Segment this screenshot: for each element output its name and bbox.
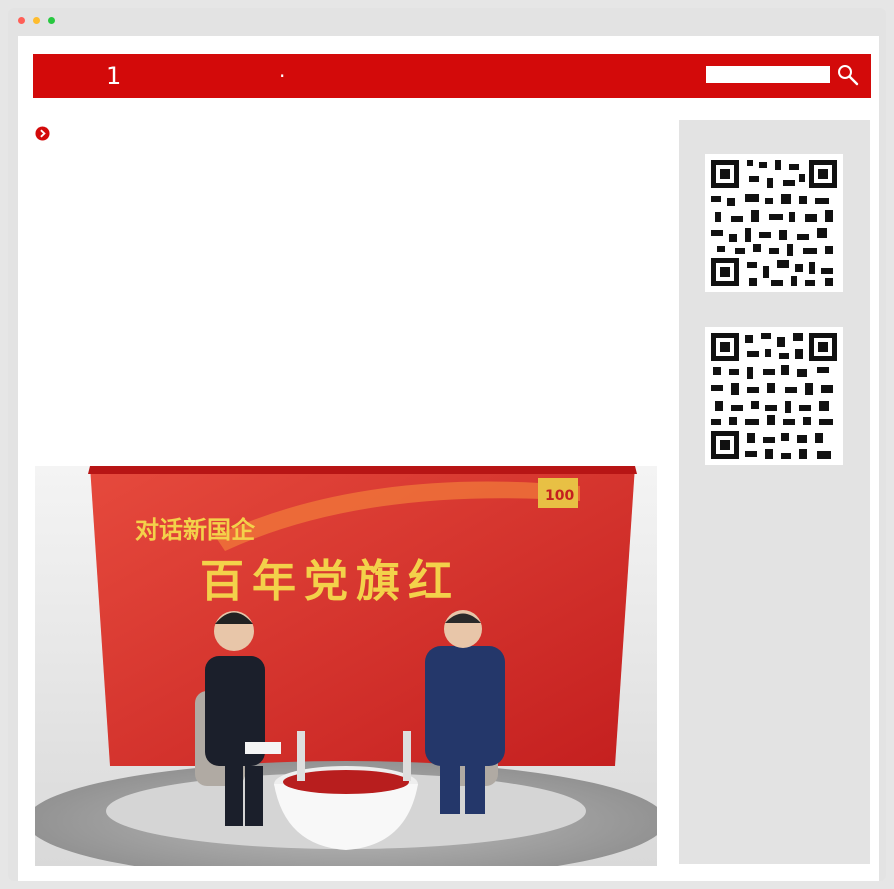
page: 1 · 对话新国企 百年党旗红 100: [18, 36, 879, 881]
anniversary-badge: 100: [545, 488, 574, 504]
banner-title-small: 对话新国企: [135, 516, 256, 544]
banner-text-large: 百年党旗红: [200, 556, 460, 607]
search-input[interactable]: [706, 66, 830, 83]
sidebar: [679, 120, 870, 864]
window-controls: [18, 17, 55, 24]
close-window-button[interactable]: [18, 17, 25, 24]
circle-chevron-right-icon: [35, 126, 50, 141]
header-separator: ·: [279, 64, 286, 88]
banner-text-small: 对话新国企: [135, 516, 256, 544]
maximize-window-button[interactable]: [48, 17, 55, 24]
minimize-window-button[interactable]: [33, 17, 40, 24]
browser-window: 1 · 对话新国企 百年党旗红 100: [8, 8, 886, 881]
header-number[interactable]: 1: [106, 62, 121, 90]
site-header: 1 ·: [33, 54, 871, 98]
article-photo: 对话新国企 百年党旗红 100: [35, 466, 657, 866]
qr-code-1[interactable]: [705, 154, 843, 292]
qr-code-2[interactable]: [705, 327, 843, 465]
search-icon[interactable]: [836, 63, 860, 87]
